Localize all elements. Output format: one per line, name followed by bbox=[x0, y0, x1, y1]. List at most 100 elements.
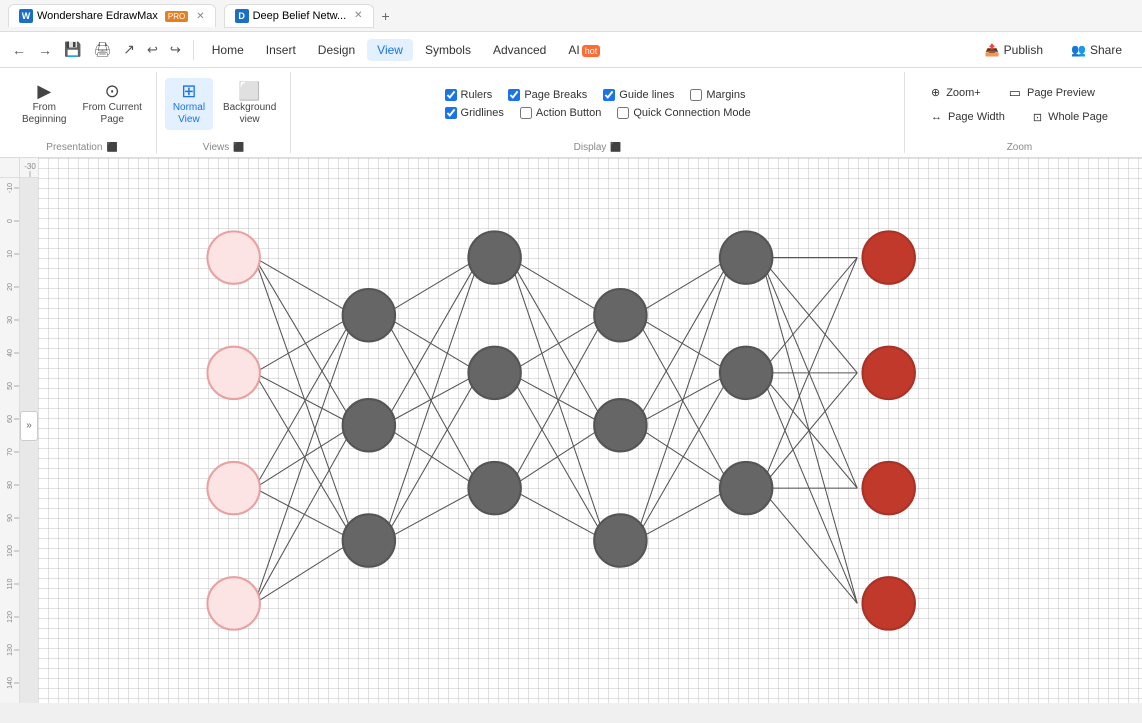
publish-button[interactable]: 📤 Publish bbox=[973, 39, 1055, 61]
margins-checkbox-label[interactable]: Margins bbox=[690, 89, 745, 101]
forward-button[interactable]: → bbox=[34, 38, 56, 62]
normal-view-icon: ⊞ bbox=[181, 82, 196, 100]
margins-label: Margins bbox=[706, 89, 745, 101]
margins-checkbox[interactable] bbox=[690, 89, 702, 101]
publish-icon: 📤 bbox=[985, 43, 1000, 57]
tab-deep-belief-close[interactable]: ✕ bbox=[354, 10, 362, 21]
presentation-buttons: ▶ FromBeginning ⊙ From CurrentPage bbox=[16, 72, 148, 136]
pro-badge: PRO bbox=[165, 11, 188, 22]
collapse-icon: » bbox=[26, 420, 32, 431]
menu-view[interactable]: View bbox=[367, 39, 413, 61]
tab-edrawmax-close[interactable]: ✕ bbox=[196, 11, 204, 22]
whole-page-button[interactable]: ⊡ Whole Page bbox=[1023, 108, 1118, 127]
page-breaks-checkbox-label[interactable]: Page Breaks bbox=[508, 89, 587, 101]
normal-view-button[interactable]: ⊞ NormalView bbox=[165, 78, 213, 130]
from-current-page-button[interactable]: ⊙ From CurrentPage bbox=[76, 78, 147, 130]
zoom-label: Zoom bbox=[1007, 138, 1033, 153]
svg-text:90: 90 bbox=[7, 514, 14, 522]
collapse-panel-button[interactable]: » bbox=[20, 411, 38, 441]
gridlines-label: Gridlines bbox=[461, 107, 504, 119]
page-breaks-checkbox[interactable] bbox=[508, 89, 520, 101]
views-group: ⊞ NormalView ⬜ Backgroundview Views ⬛ bbox=[157, 72, 291, 153]
ruler-corner bbox=[0, 158, 20, 178]
from-beginning-icon: ▶ bbox=[37, 82, 51, 100]
zoom-row-1: ⊕ Zoom+ ▭ Page Preview bbox=[921, 82, 1118, 104]
tab-deep-belief[interactable]: D Deep Belief Netw... ✕ bbox=[224, 4, 374, 28]
action-button-checkbox[interactable] bbox=[520, 107, 532, 119]
svg-text:20: 20 bbox=[7, 283, 14, 291]
rulers-checkbox-label[interactable]: Rulers bbox=[445, 89, 493, 101]
tab-edrawmax[interactable]: W Wondershare EdrawMax PRO ✕ bbox=[8, 4, 216, 27]
menu-symbols[interactable]: Symbols bbox=[415, 39, 481, 61]
save-button[interactable]: 💾 bbox=[60, 37, 85, 62]
ruler-left: -100102030405060708090100110120130140 bbox=[0, 178, 20, 703]
page-preview-button[interactable]: ▭ Page Preview bbox=[999, 82, 1105, 104]
zoom-group: ⊕ Zoom+ ▭ Page Preview ↔ Page Width ⊡ Wh… bbox=[905, 72, 1134, 153]
share-icon: 👥 bbox=[1071, 43, 1086, 57]
zoom-plus-button[interactable]: ⊕ Zoom+ bbox=[921, 82, 991, 104]
background-view-button[interactable]: ⬜ Backgroundview bbox=[217, 78, 282, 130]
rulers-label: Rulers bbox=[461, 89, 493, 101]
menu-advanced[interactable]: Advanced bbox=[483, 39, 556, 61]
share-button[interactable]: 👥 Share bbox=[1059, 39, 1134, 61]
display-label: Display ⬛ bbox=[574, 138, 622, 153]
svg-text:130: 130 bbox=[7, 644, 14, 656]
undo-button[interactable]: ↩ bbox=[143, 38, 162, 62]
display-group: Rulers Page Breaks Guide lines Margins bbox=[291, 72, 905, 153]
zoom-row-2: ↔ Page Width ⊡ Whole Page bbox=[921, 108, 1118, 127]
svg-text:70: 70 bbox=[7, 448, 14, 456]
svg-text:60: 60 bbox=[7, 415, 14, 423]
new-tab-button[interactable]: + bbox=[382, 8, 390, 24]
redo-button[interactable]: ↪ bbox=[166, 38, 185, 62]
guide-lines-label: Guide lines bbox=[619, 89, 674, 101]
guide-lines-checkbox-label[interactable]: Guide lines bbox=[603, 89, 674, 101]
from-current-label: From CurrentPage bbox=[82, 102, 141, 126]
ruler-left-svg: -100102030405060708090100110120130140 bbox=[0, 178, 20, 703]
quick-connection-checkbox-label[interactable]: Quick Connection Mode bbox=[617, 107, 750, 119]
toolbar: ▶ FromBeginning ⊙ From CurrentPage Prese… bbox=[0, 68, 1142, 158]
display-row-1: Rulers Page Breaks Guide lines Margins bbox=[445, 89, 751, 101]
quick-connection-checkbox[interactable] bbox=[617, 107, 629, 119]
svg-text:-10: -10 bbox=[7, 183, 14, 193]
menu-design[interactable]: Design bbox=[308, 39, 365, 61]
print-button[interactable]: 🖨 bbox=[89, 37, 115, 62]
neural-network-svg bbox=[38, 158, 1142, 703]
views-buttons: ⊞ NormalView ⬜ Backgroundview bbox=[165, 72, 282, 136]
rulers-checkbox[interactable] bbox=[445, 89, 457, 101]
menu-insert[interactable]: Insert bbox=[256, 39, 306, 61]
from-beginning-label: FromBeginning bbox=[22, 102, 66, 126]
canvas-area: // Will be populated by JS -30-20-100102… bbox=[0, 158, 1142, 703]
action-button-checkbox-label[interactable]: Action Button bbox=[520, 107, 601, 119]
from-beginning-button[interactable]: ▶ FromBeginning bbox=[16, 78, 72, 130]
back-button[interactable]: ← bbox=[8, 38, 30, 62]
svg-text:40: 40 bbox=[7, 349, 14, 357]
svg-text:50: 50 bbox=[7, 382, 14, 390]
menu-home[interactable]: Home bbox=[202, 39, 254, 61]
menu-ai[interactable]: AIhot bbox=[558, 39, 610, 61]
presentation-group: ▶ FromBeginning ⊙ From CurrentPage Prese… bbox=[8, 72, 157, 153]
svg-text:110: 110 bbox=[7, 578, 14, 589]
guide-lines-checkbox[interactable] bbox=[603, 89, 615, 101]
ai-hot-badge: hot bbox=[582, 45, 601, 57]
tab-edrawmax-label: Wondershare EdrawMax bbox=[37, 10, 158, 22]
svg-text:80: 80 bbox=[7, 481, 14, 489]
zoom-buttons: ⊕ Zoom+ ▭ Page Preview ↔ Page Width ⊡ Wh… bbox=[913, 72, 1126, 136]
whole-page-label: Whole Page bbox=[1048, 111, 1108, 123]
export-button[interactable]: ↗ bbox=[119, 37, 139, 62]
presentation-label: Presentation ⬛ bbox=[46, 138, 117, 153]
background-view-label: Backgroundview bbox=[223, 102, 276, 126]
gridlines-checkbox-label[interactable]: Gridlines bbox=[445, 107, 504, 119]
gridlines-checkbox[interactable] bbox=[445, 107, 457, 119]
deep-belief-icon: D bbox=[235, 9, 249, 23]
drawing-canvas[interactable] bbox=[38, 158, 1142, 703]
title-bar: W Wondershare EdrawMax PRO ✕ D Deep Beli… bbox=[0, 0, 1142, 32]
page-width-button[interactable]: ↔ Page Width bbox=[921, 108, 1015, 127]
svg-text:-30: -30 bbox=[24, 162, 36, 171]
zoom-plus-label: Zoom+ bbox=[946, 87, 981, 99]
share-label: Share bbox=[1090, 43, 1122, 57]
svg-text:140: 140 bbox=[7, 677, 14, 689]
quick-connection-label: Quick Connection Mode bbox=[633, 107, 750, 119]
svg-text:0: 0 bbox=[7, 219, 14, 223]
svg-text:100: 100 bbox=[7, 545, 14, 557]
page-width-icon: ↔ bbox=[931, 111, 942, 123]
